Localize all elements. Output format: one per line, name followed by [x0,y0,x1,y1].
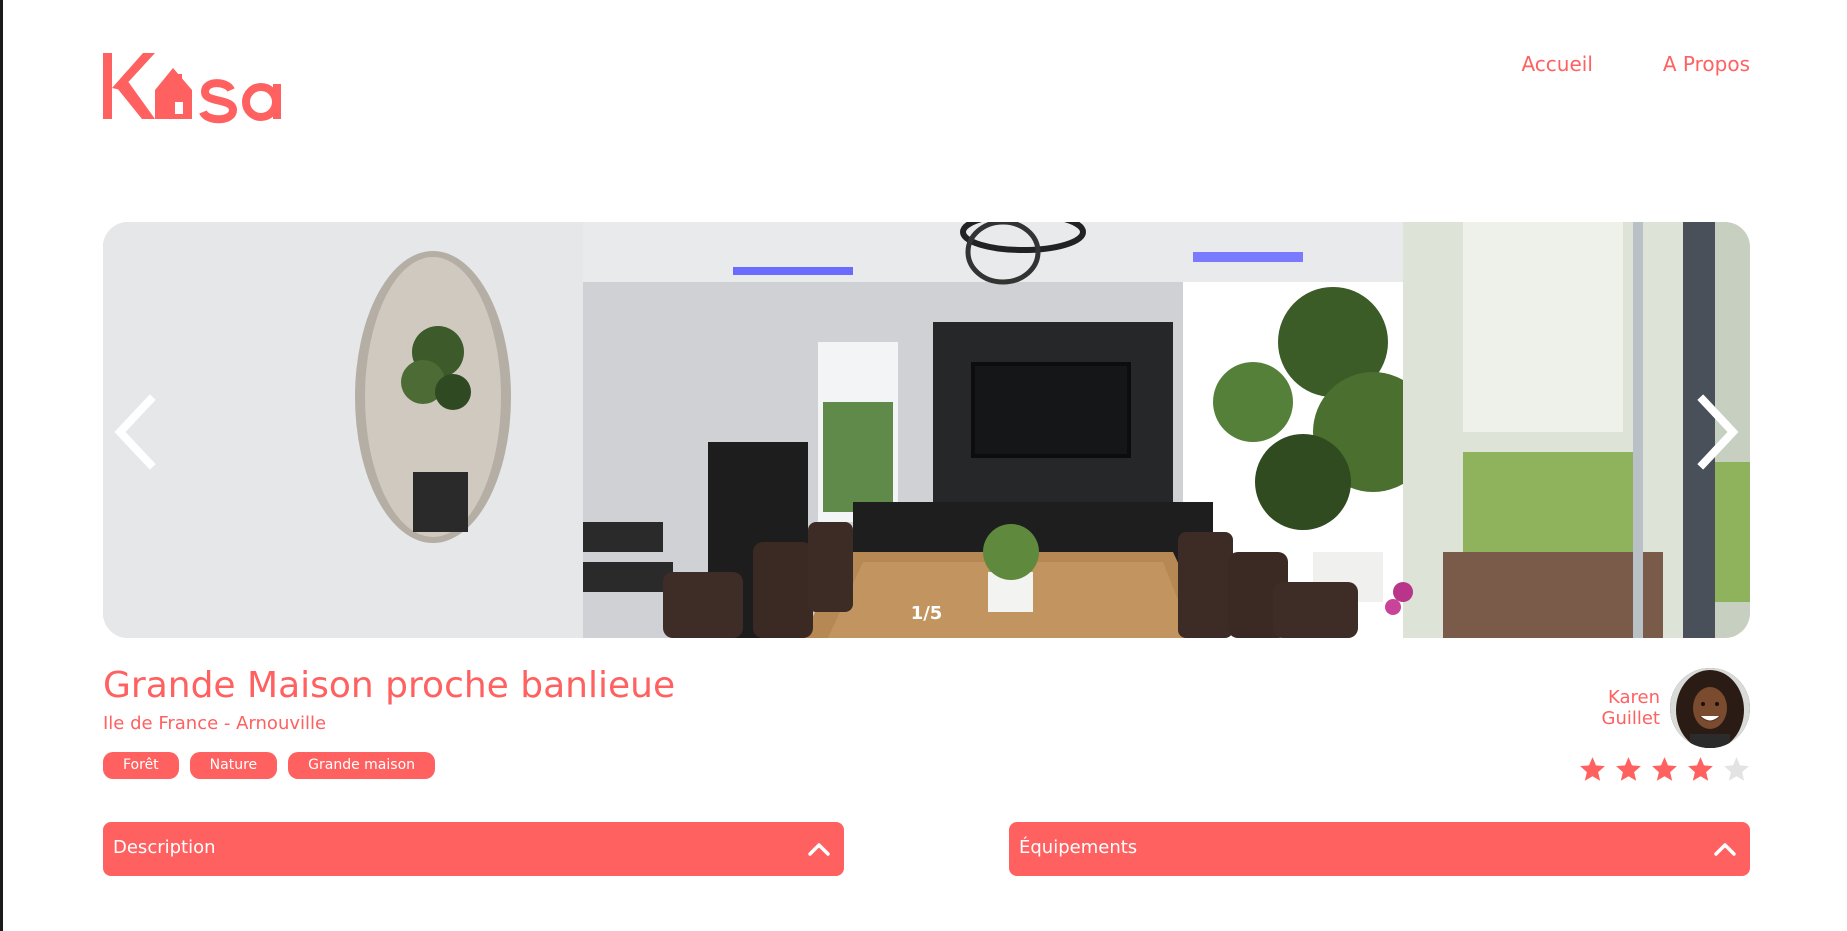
host-card: Karen Guillet [1602,668,1750,748]
host-first-name: Karen [1607,687,1660,708]
listing-title: Grande Maison proche banlieue [103,665,676,706]
header: Accueil A Propos [103,0,1750,140]
listing-location: Ile de France - Arnouville [103,713,327,734]
star-icon [1688,757,1713,781]
tag: Grande maison [288,752,436,779]
tag: Nature [189,752,278,779]
host-last-name: Guillet [1601,708,1661,729]
description-collapse-label: Description [113,837,216,858]
main-nav: Accueil A Propos [1521,52,1750,76]
gallery-counter: 1/5 [910,603,943,624]
chevron-up-icon[interactable] [1712,836,1738,862]
star-icon [1652,757,1677,781]
nav-link-a-propos[interactable]: A Propos [1663,52,1750,76]
chevron-up-icon[interactable] [806,836,832,862]
page: Accueil A Propos 1/5 Grande Maison proch… [103,0,1750,931]
equipment-collapse-label: Équipements [1019,837,1138,858]
kasa-logo[interactable] [103,50,323,125]
description-collapse[interactable]: Description [103,822,844,876]
window-edge [0,0,3,931]
chevron-right-icon [1697,394,1739,470]
star-icon [1580,757,1605,781]
chevron-left-icon [114,394,156,470]
tag-list: Forêt Nature Grande maison [103,752,436,779]
star-icon [1616,757,1641,781]
nav-link-accueil[interactable]: Accueil [1521,52,1592,76]
star-icon [1724,757,1749,781]
host-name: Karen Guillet [1602,687,1661,729]
image-gallery: 1/5 [103,222,1750,638]
gallery-photo [103,222,1750,638]
tag: Forêt [103,752,179,779]
equipment-collapse[interactable]: Équipements [1009,822,1750,876]
gallery-next-button[interactable] [1685,392,1745,472]
gallery-prev-button[interactable] [108,392,168,472]
host-rating [1579,756,1750,783]
host-avatar [1670,668,1750,748]
